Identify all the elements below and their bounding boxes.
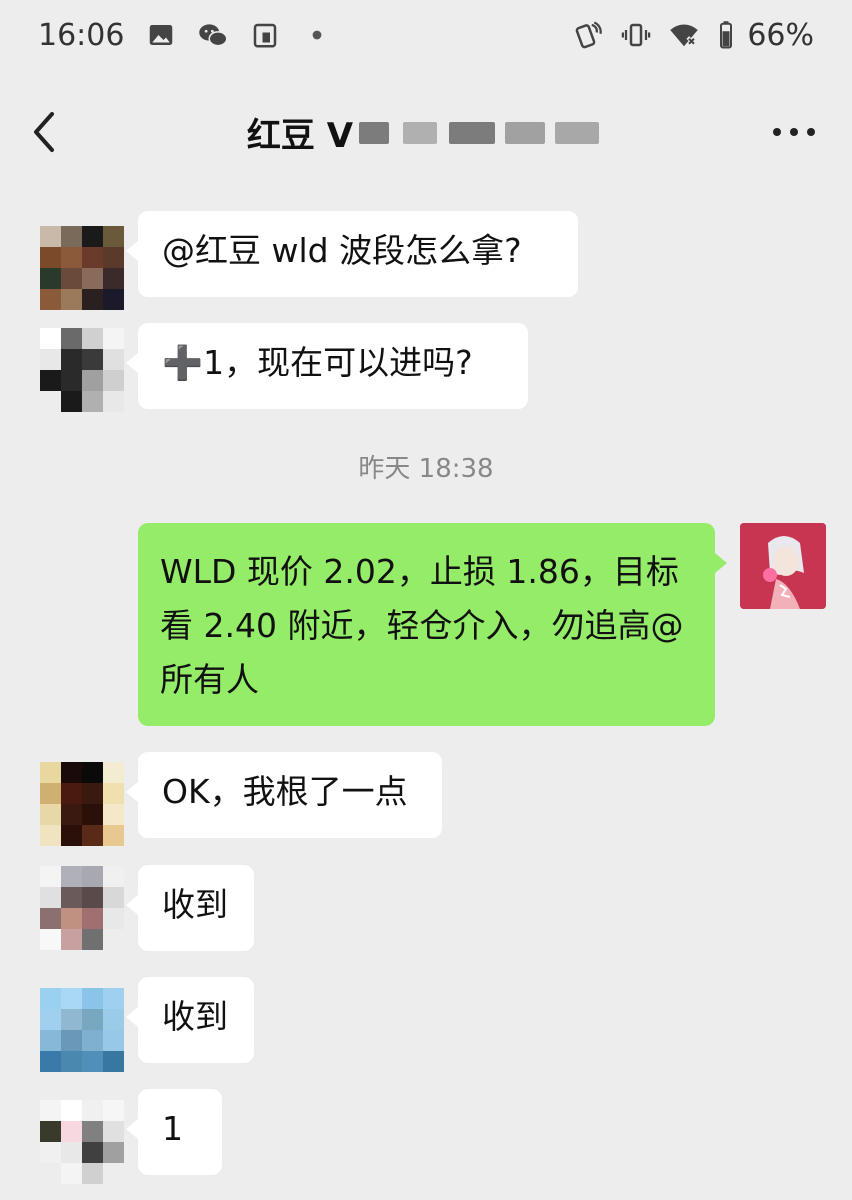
message-bubble[interactable]: ➕1，现在可以进吗? [126,323,528,409]
timestamp: 昨天 18:38 [358,454,494,484]
message-text: OK，我根了一点 [162,772,408,811]
more-button[interactable] [766,112,822,152]
message-bubble[interactable]: @红豆 wld 波段怎么拿? [126,211,578,297]
vibrate-icon [621,20,651,50]
group-name: 红豆 V [246,115,354,156]
avatar[interactable] [40,988,124,1072]
redacted-title [355,114,605,150]
anime-avatar-icon [740,523,826,609]
chevron-left-icon [34,112,54,152]
wechat-icon [198,20,228,50]
battery-icon [717,20,735,50]
battery-level: 66% [747,17,814,53]
nfc-icon [573,20,603,50]
avatar[interactable] [40,226,124,310]
message-bubble[interactable]: OK，我根了一点 [126,752,442,838]
wifi-off-icon [669,20,699,50]
back-button[interactable] [24,108,64,156]
avatar[interactable] [40,762,124,846]
message-bubble[interactable]: 1 [126,1089,222,1175]
clipboard-icon [250,20,280,50]
message-text: 1 [162,1109,183,1148]
clock: 16:06 [38,17,125,53]
message-bubble-mine[interactable]: WLD 现价 2.02，止损 1.86，目标看 2.40 附近，轻仓介入，勿追高… [138,523,727,726]
message-bubble[interactable]: 收到 [126,865,254,951]
message-text: 收到 [162,997,228,1036]
chat-title: 红豆 V [247,108,605,157]
status-bar: 16:06 66% [0,0,852,70]
chat-header: 红豆 V [0,84,852,180]
message-text: WLD 现价 2.02，止损 1.86，目标看 2.40 附近，轻仓介入，勿追高… [160,552,684,699]
avatar[interactable] [40,1100,124,1184]
message-text: @红豆 wld 波段怎么拿? [162,231,522,270]
my-avatar[interactable] [740,523,826,609]
message-bubble[interactable]: 收到 [126,977,254,1063]
avatar[interactable] [40,328,124,412]
dot-icon [302,20,332,50]
message-text: ➕1，现在可以进吗? [162,343,473,382]
message-text: 收到 [162,885,228,924]
gallery-icon [146,20,176,50]
more-dots-icon [773,128,815,136]
avatar[interactable] [40,866,124,950]
